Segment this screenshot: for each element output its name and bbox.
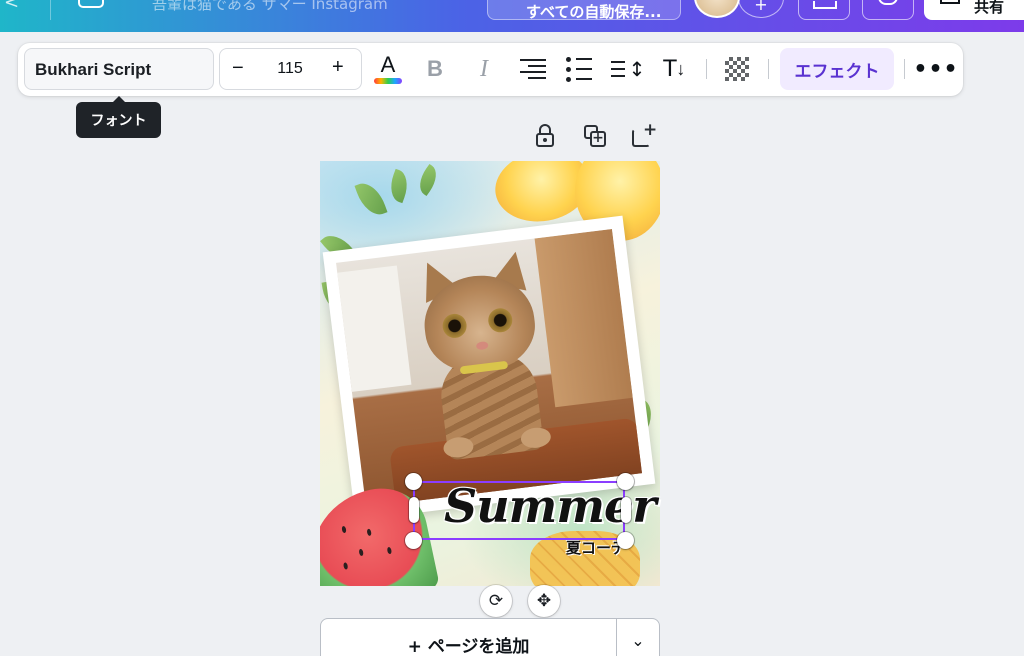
- selection-box[interactable]: [413, 481, 625, 540]
- insights-button[interactable]: [798, 0, 850, 20]
- lock-icon[interactable]: [533, 123, 559, 149]
- font-size-stepper: − 115 +: [219, 48, 362, 90]
- font-size-input[interactable]: 115: [264, 60, 316, 78]
- toolbar-divider: [904, 59, 905, 79]
- move-icon[interactable]: ✥: [528, 585, 560, 617]
- transparency-icon: [725, 57, 749, 81]
- add-page-icon[interactable]: +: [630, 120, 657, 149]
- avatar[interactable]: [694, 0, 740, 18]
- editor-header: < 吾輩は猫である サマー Instagram すべての自動保存... + 共有: [0, 0, 1024, 32]
- decrease-font-size-button[interactable]: −: [232, 57, 244, 80]
- transparency-button[interactable]: [723, 51, 751, 87]
- rotate-icon[interactable]: ⟳: [480, 585, 512, 617]
- resize-handle-top-right[interactable]: [617, 473, 634, 490]
- add-page-button[interactable]: + ページを追加: [320, 618, 617, 656]
- text-color-button[interactable]: A: [372, 51, 404, 87]
- bold-button[interactable]: B: [421, 51, 449, 87]
- share-button[interactable]: 共有: [924, 0, 1024, 20]
- toolbar-divider: [768, 59, 769, 79]
- cat-photo[interactable]: [336, 228, 642, 508]
- chart-icon: [813, 1, 837, 9]
- chevron-down-icon[interactable]: ⌄: [616, 618, 660, 656]
- header-divider: [50, 0, 51, 20]
- comment-button[interactable]: [862, 0, 914, 20]
- menu-icon[interactable]: [78, 0, 104, 8]
- line-spacing-icon[interactable]: ↕: [610, 51, 645, 87]
- invite-button[interactable]: +: [738, 0, 784, 18]
- cat-image: [407, 248, 560, 462]
- share-icon: [940, 0, 960, 4]
- document-title[interactable]: 吾輩は猫である サマー Instagram: [152, 0, 388, 14]
- align-right-icon[interactable]: [516, 51, 546, 87]
- resize-handle-bottom-left[interactable]: [405, 532, 422, 549]
- duplicate-page-icon[interactable]: +: [582, 123, 608, 149]
- increase-font-size-button[interactable]: +: [332, 56, 344, 79]
- back-icon[interactable]: <: [4, 0, 19, 13]
- text-toolbar: Bukhari Script − 115 + A B I ↕ T ↓ エフェクト …: [18, 43, 963, 96]
- share-label: 共有: [974, 0, 1005, 16]
- font-selector[interactable]: Bukhari Script: [24, 48, 214, 90]
- autosave-status[interactable]: すべての自動保存...: [487, 0, 681, 20]
- italic-button[interactable]: I: [470, 51, 498, 87]
- font-tooltip: フォント: [76, 96, 161, 138]
- bullet-list-icon[interactable]: [564, 51, 594, 87]
- resize-handle-top-left[interactable]: [405, 473, 422, 490]
- text-color-icon: A: [380, 51, 396, 77]
- resize-handle-left[interactable]: [409, 497, 419, 523]
- more-options-button[interactable]: •••: [913, 51, 957, 87]
- text-size-icon[interactable]: T ↓: [658, 51, 690, 87]
- resize-handle-right[interactable]: [621, 497, 631, 523]
- effects-button[interactable]: エフェクト: [780, 48, 894, 90]
- photo-frame[interactable]: [322, 215, 656, 521]
- resize-handle-bottom-right[interactable]: [617, 532, 634, 549]
- color-swatch-bar: [374, 77, 402, 84]
- comment-icon: [878, 0, 898, 5]
- toolbar-divider: [706, 59, 707, 79]
